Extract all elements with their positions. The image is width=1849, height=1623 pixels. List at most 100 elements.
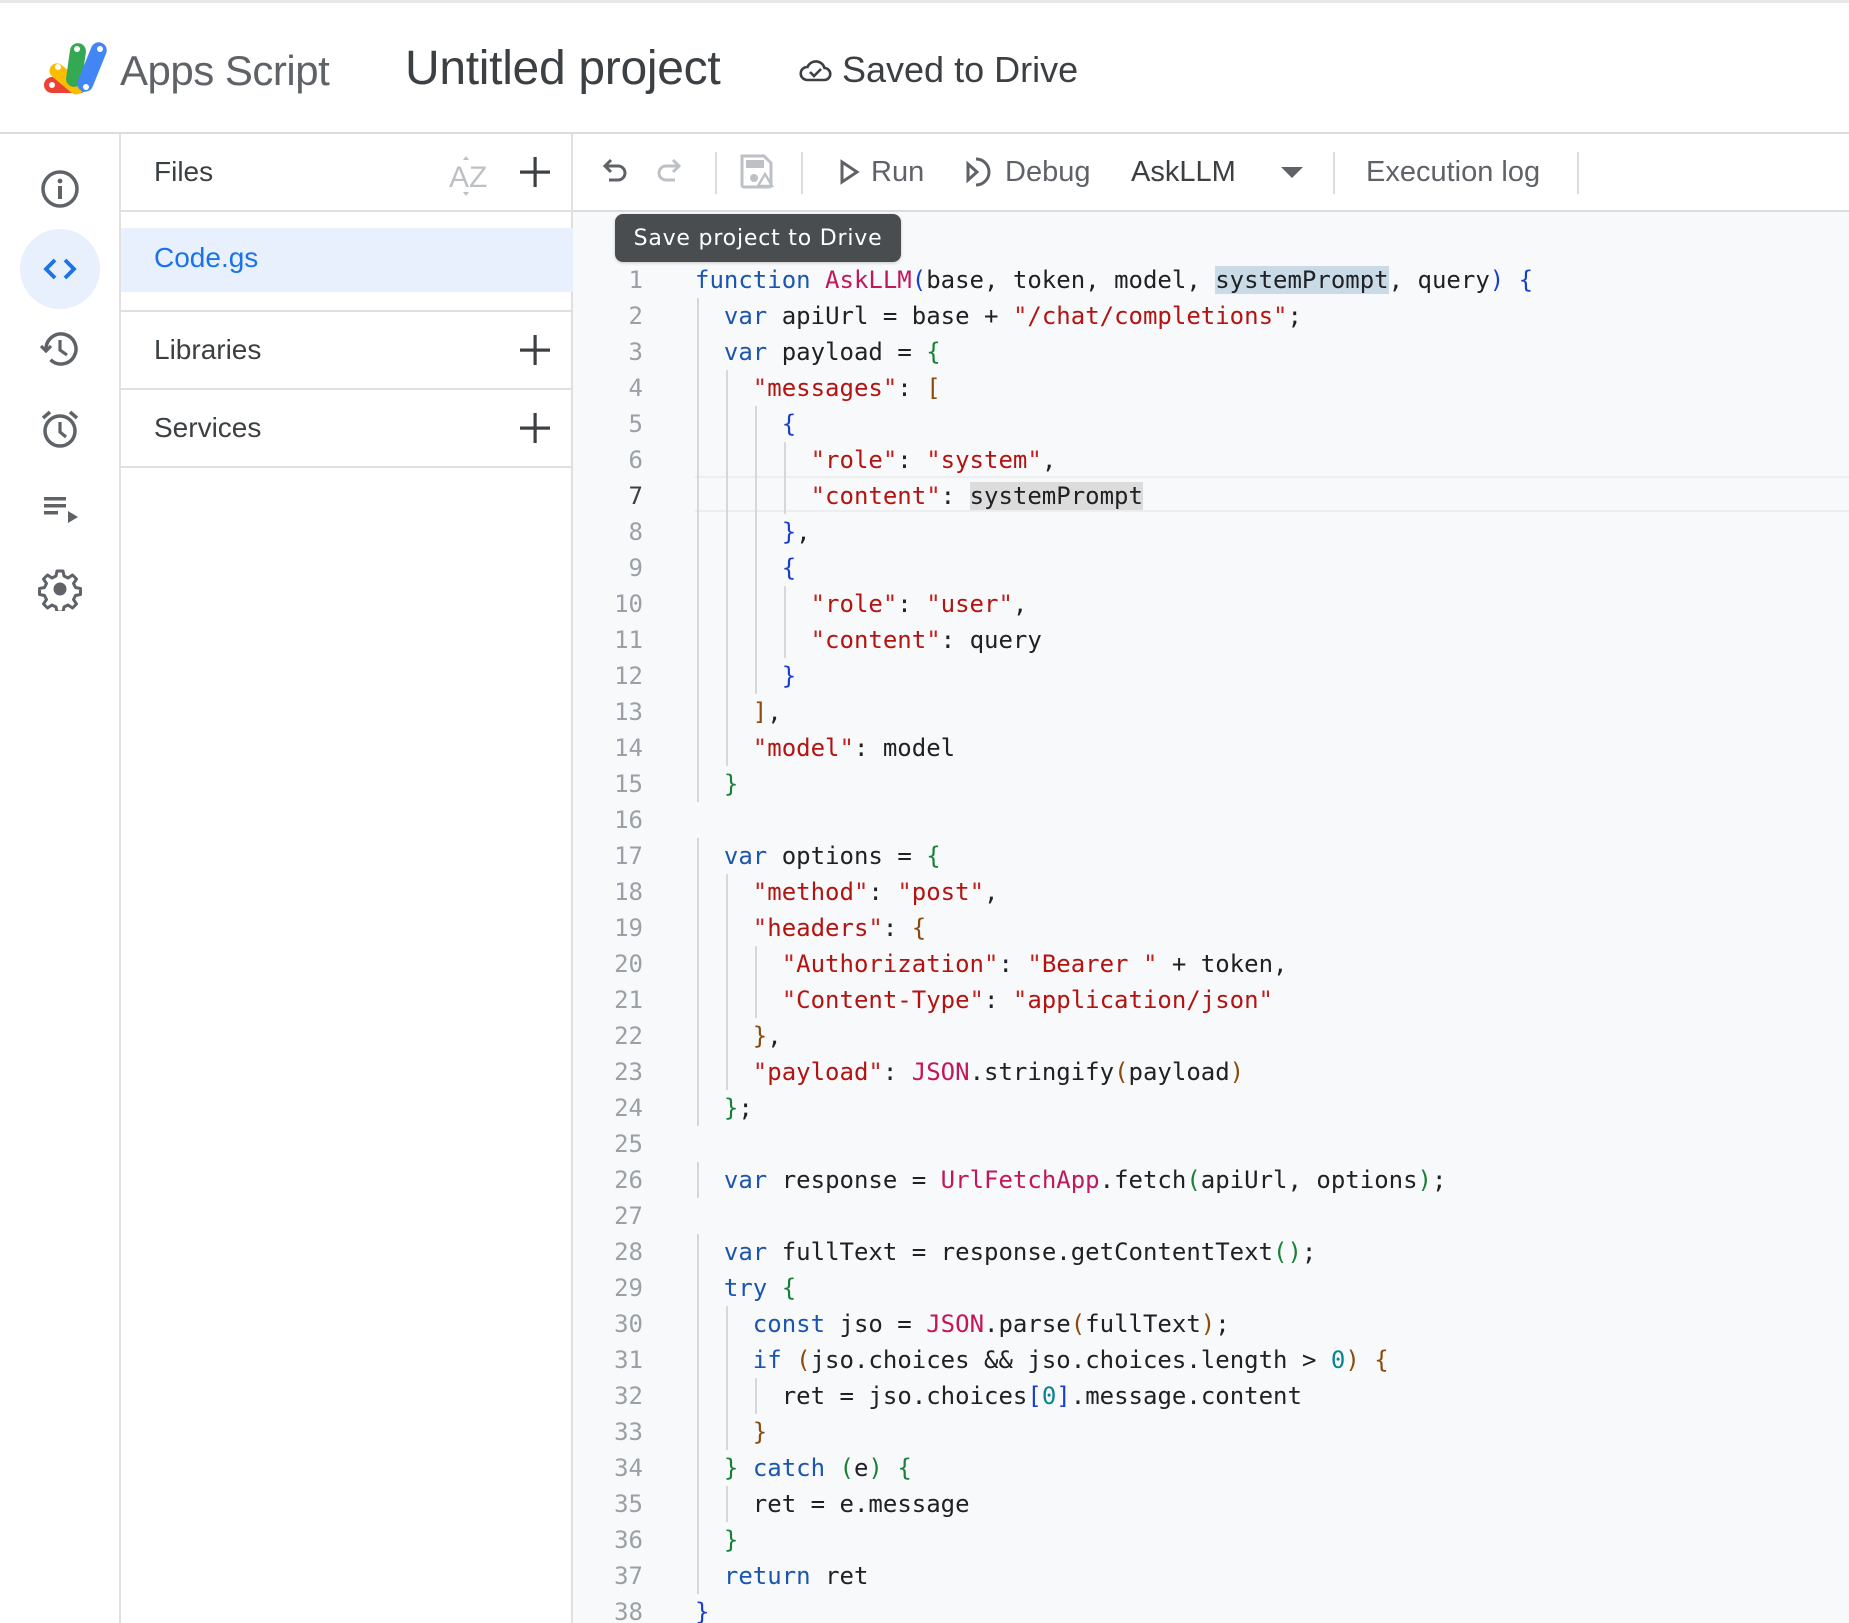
file-item-code-gs[interactable]: Code.gs	[121, 228, 573, 292]
run-button[interactable]: Run	[835, 134, 924, 210]
code-line[interactable]: 32 ret = jso.choices[0].message.content	[573, 1378, 1849, 1414]
line-number: 21	[614, 986, 643, 1014]
code-line[interactable]: 16	[573, 802, 1849, 838]
line-number: 27	[614, 1202, 643, 1230]
code-line[interactable]: 21 "Content-Type": "application/json"	[573, 982, 1849, 1018]
code-line[interactable]: 7 "content": systemPrompt	[573, 478, 1849, 514]
indent-guide	[725, 910, 728, 946]
line-code: {	[781, 410, 797, 438]
undo-button[interactable]	[597, 134, 631, 210]
code-line[interactable]: 9 {	[573, 550, 1849, 586]
sort-az-icon[interactable]: AZ	[447, 154, 491, 198]
line-number: 20	[614, 950, 643, 978]
files-title: Files	[154, 156, 214, 187]
code-line[interactable]: 23 "payload": JSON.stringify(payload)	[573, 1054, 1849, 1090]
code-line[interactable]: 6 "role": "system",	[573, 442, 1849, 478]
code-line[interactable]: 17 var options = {	[573, 838, 1849, 874]
services-section: Services	[121, 390, 573, 468]
indent-guide	[697, 478, 699, 514]
code-line[interactable]: 28 var fullText = response.getContentTex…	[573, 1234, 1849, 1270]
save-to-drive-icon	[740, 154, 775, 189]
code-line[interactable]: 37 return ret	[573, 1558, 1849, 1594]
top-header: Apps Script Untitled project Saved to Dr…	[0, 0, 1849, 134]
code-line[interactable]: 12 }	[573, 658, 1849, 694]
indent-guide	[697, 946, 699, 982]
line-number: 11	[614, 626, 643, 654]
indent-guide	[697, 1522, 699, 1558]
execution-log-button[interactable]: Execution log	[1366, 134, 1540, 210]
line-code: ],	[752, 698, 782, 726]
line-number: 13	[614, 698, 643, 726]
rail-item-project-history[interactable]	[20, 309, 100, 389]
add-library-button[interactable]	[517, 332, 553, 368]
code-line[interactable]: 11 "content": query	[573, 622, 1849, 658]
code-line[interactable]: 13 ],	[573, 694, 1849, 730]
indent-guide	[697, 406, 699, 442]
debug-icon	[966, 157, 991, 187]
code-line[interactable]: 26 var response = UrlFetchApp.fetch(apiU…	[573, 1162, 1849, 1198]
indent-guide	[725, 586, 728, 622]
code-line[interactable]: 33 }	[573, 1414, 1849, 1450]
code-line[interactable]: 4 "messages": [	[573, 370, 1849, 406]
code-icon	[43, 258, 77, 280]
apps-script-logo-icon[interactable]	[40, 39, 114, 97]
code-line[interactable]: 14 "model": model	[573, 730, 1849, 766]
project-title[interactable]: Untitled project	[405, 41, 721, 96]
code-editor[interactable]: 1 function AskLLM(base, token, model, sys…	[573, 212, 1849, 1623]
line-code: "role": "system",	[810, 446, 1057, 474]
code-line[interactable]: 5 {	[573, 406, 1849, 442]
rail-item-project-settings[interactable]	[20, 549, 100, 629]
add-file-button[interactable]	[517, 154, 553, 190]
add-service-button[interactable]	[517, 410, 553, 446]
code-line[interactable]: 22 },	[573, 1018, 1849, 1054]
code-line[interactable]: 10 "role": "user",	[573, 586, 1849, 622]
line-code: if (jso.choices && jso.choices.length > …	[752, 1346, 1389, 1374]
code-line[interactable]: 35 ret = e.message	[573, 1486, 1849, 1522]
line-code: {	[781, 554, 797, 582]
function-select-dropdown[interactable]	[1279, 134, 1305, 210]
code-line[interactable]: 36 }	[573, 1522, 1849, 1558]
code-line[interactable]: 29 try {	[573, 1270, 1849, 1306]
code-line[interactable]: 15 }	[573, 766, 1849, 802]
indent-guide	[697, 586, 699, 622]
code-line[interactable]: 38}	[573, 1594, 1849, 1623]
code-line[interactable]: 31 if (jso.choices && jso.choices.length…	[573, 1342, 1849, 1378]
line-number: 33	[614, 1418, 643, 1446]
rail-item-overview[interactable]	[20, 149, 100, 229]
line-number: 35	[614, 1490, 643, 1518]
debug-button[interactable]: Debug	[963, 134, 1090, 210]
code-line[interactable]: 2 var apiUrl = base + "/chat/completions…	[573, 298, 1849, 334]
code-line[interactable]: 30 const jso = JSON.parse(fullText);	[573, 1306, 1849, 1342]
code-line[interactable]: 19 "headers": {	[573, 910, 1849, 946]
editor-toolbar: Run Debug AskLLM Execution log	[573, 134, 1849, 212]
indent-guide	[697, 982, 699, 1018]
indent-guide	[697, 658, 699, 694]
line-code: var options = {	[723, 842, 941, 870]
rail-item-executions[interactable]	[20, 469, 100, 549]
indent-guide	[725, 406, 728, 442]
line-code: "role": "user",	[810, 590, 1028, 618]
line-code: var fullText = response.getContentText()…	[723, 1238, 1317, 1266]
save-button[interactable]	[737, 134, 777, 210]
indent-guide	[754, 1378, 757, 1414]
code-line[interactable]: 27	[573, 1198, 1849, 1234]
app-name[interactable]: Apps Script	[120, 47, 330, 95]
line-number: 7	[628, 482, 643, 510]
code-line[interactable]: 3 var payload = {	[573, 334, 1849, 370]
code-line[interactable]: 8 },	[573, 514, 1849, 550]
redo-button[interactable]	[653, 134, 687, 210]
code-line[interactable]: 20 "Authorization": "Bearer " + token,	[573, 946, 1849, 982]
code-line[interactable]: 34 } catch (e) {	[573, 1450, 1849, 1486]
line-number: 3	[628, 338, 643, 366]
playlist-play-icon	[44, 497, 78, 523]
line-code: }	[723, 1526, 739, 1554]
rail-item-triggers[interactable]	[20, 389, 100, 469]
files-panel: Files AZ Code.gs Libraries Services	[121, 134, 573, 1623]
code-line[interactable]: 18 "method": "post",	[573, 874, 1849, 910]
code-line[interactable]: 24 };	[573, 1090, 1849, 1126]
code-line[interactable]: 25	[573, 1126, 1849, 1162]
code-line[interactable]: 1 function AskLLM(base, token, model, sys…	[573, 262, 1849, 298]
function-select[interactable]: AskLLM	[1131, 134, 1236, 210]
line-number: 5	[628, 410, 643, 438]
rail-item-editor[interactable]	[20, 229, 100, 309]
